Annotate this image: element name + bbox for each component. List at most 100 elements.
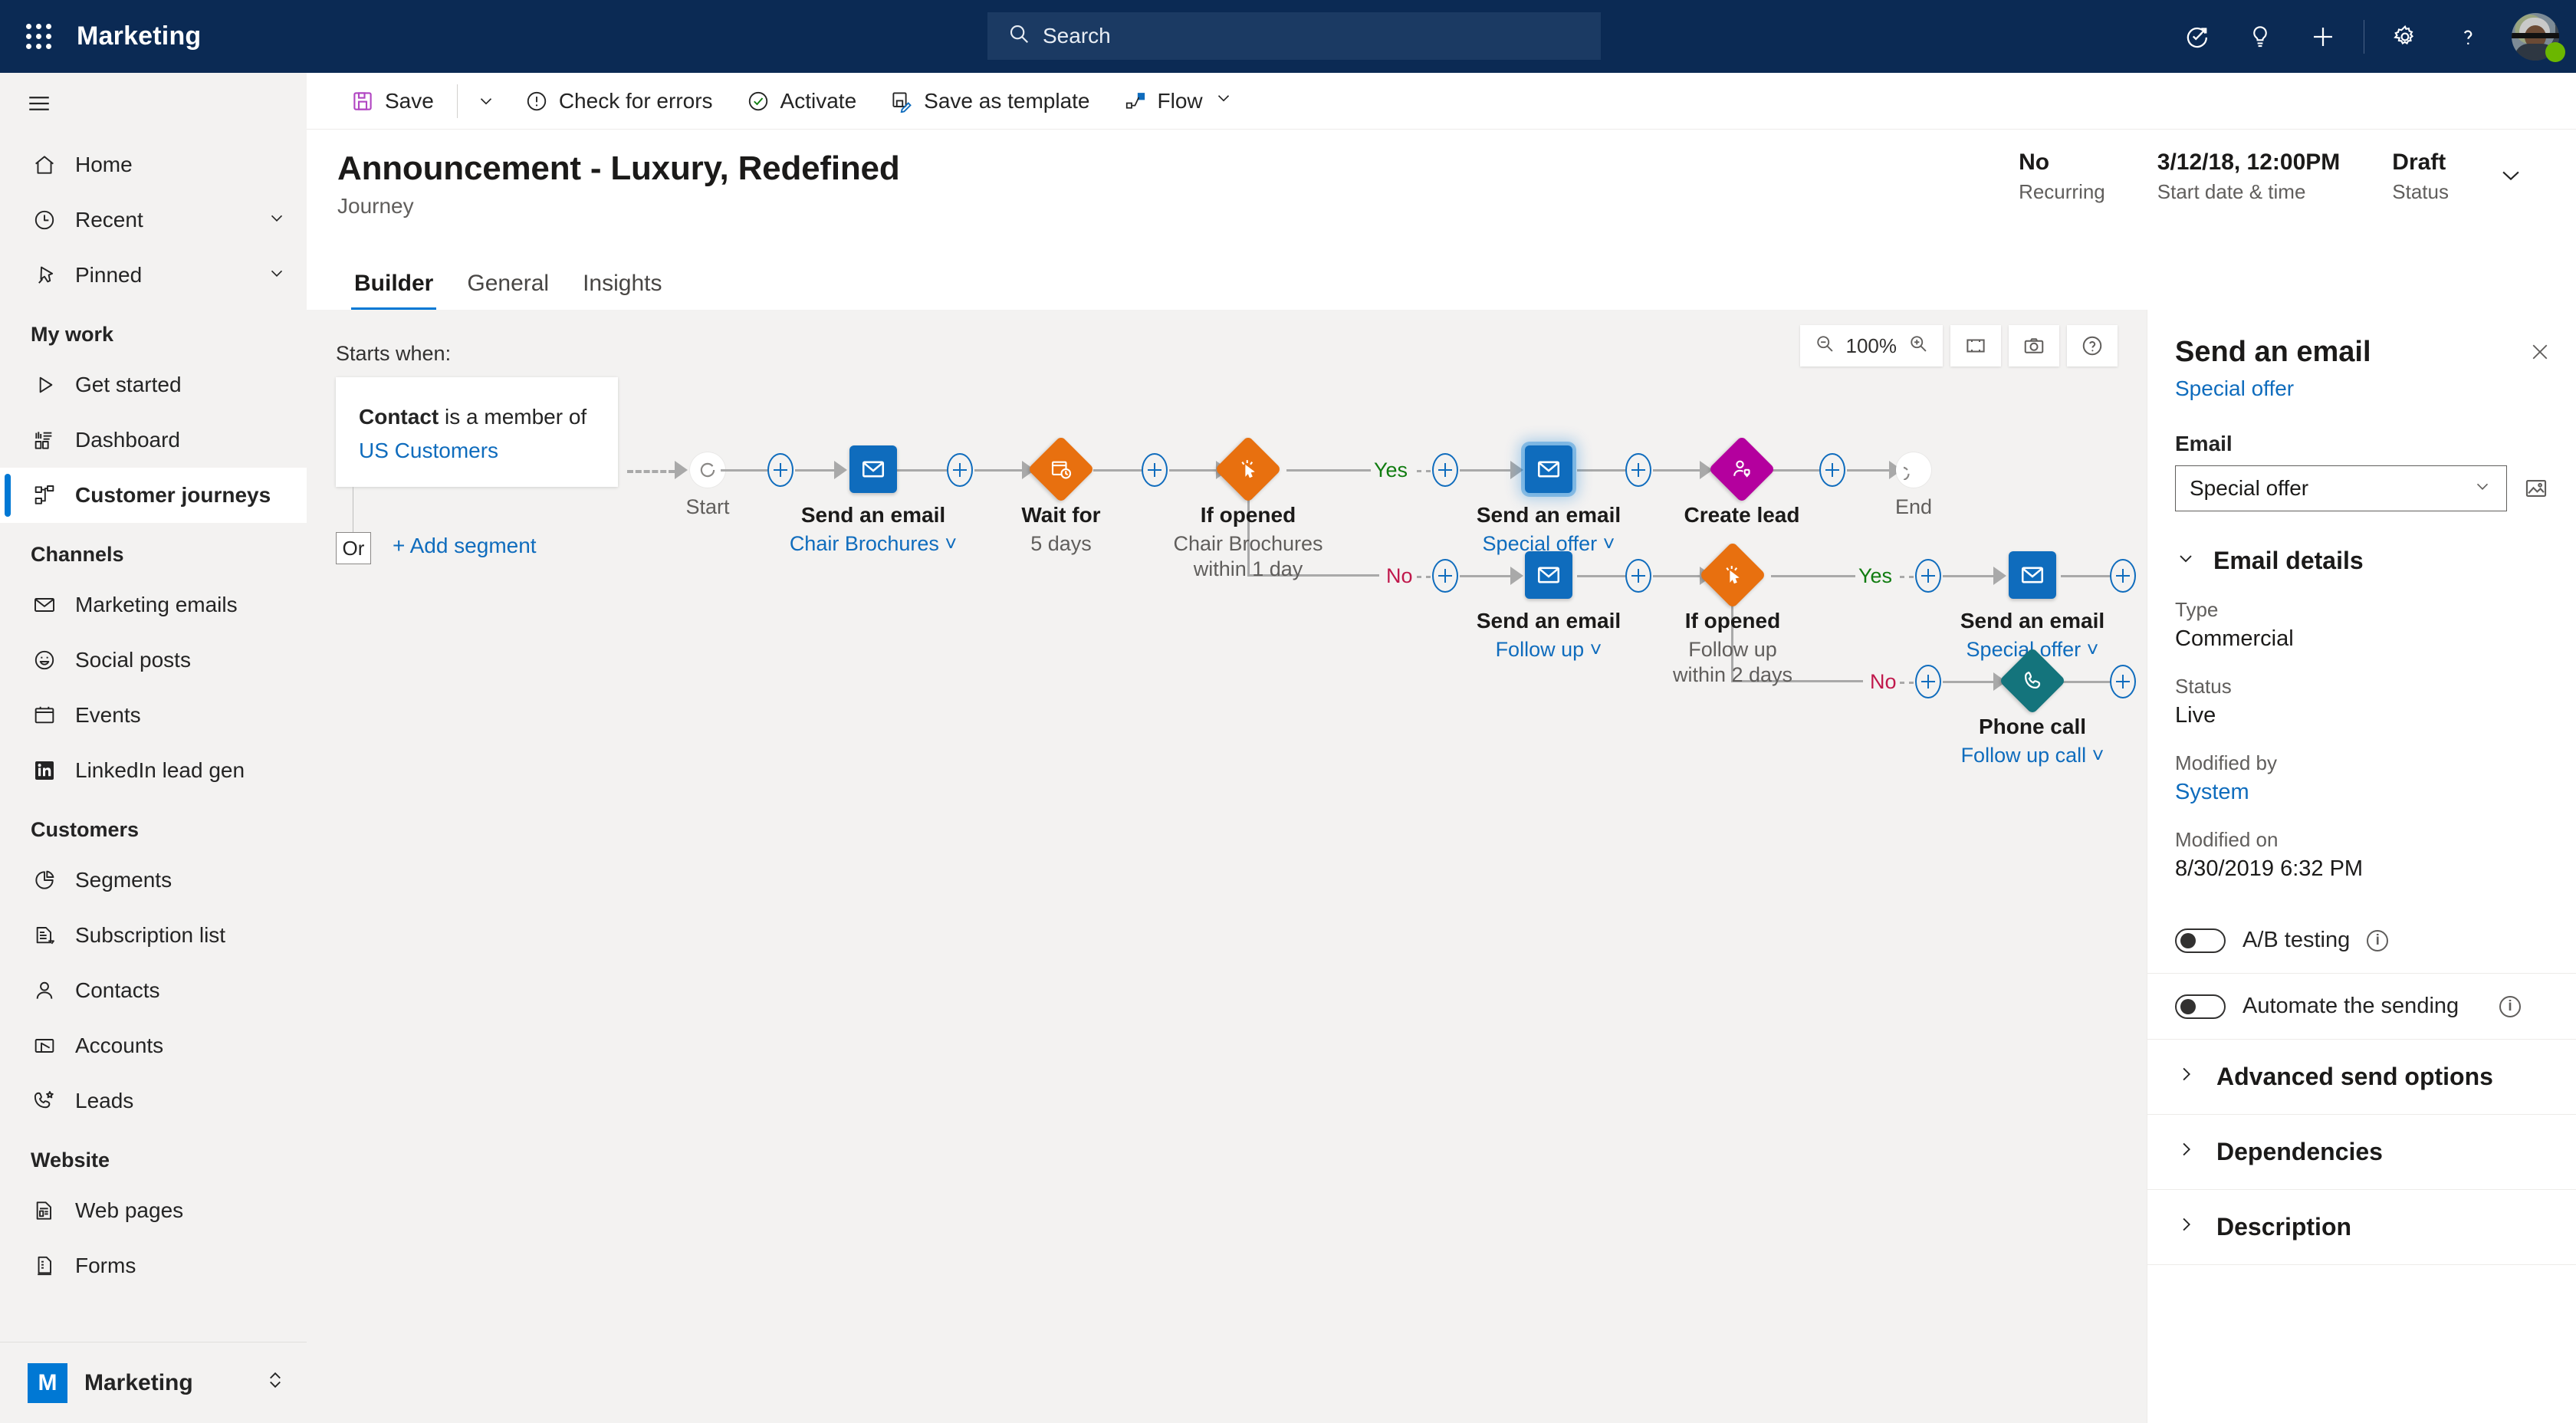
waffle-grid-icon[interactable]	[0, 24, 77, 49]
chevron-down-icon[interactable]	[267, 263, 287, 288]
journey-canvas[interactable]: 100% Starts when: Contact is a member of…	[307, 310, 2147, 1423]
sidebar-item-social-posts[interactable]: Social posts	[0, 633, 307, 688]
chevron-down-icon[interactable]	[2175, 547, 2196, 574]
activate-button[interactable]: Activate	[730, 73, 874, 130]
guided-help-icon[interactable]	[2166, 0, 2229, 73]
chevron-right-icon[interactable]	[2175, 1214, 2196, 1241]
chevron-down-icon[interactable]	[2472, 476, 2492, 501]
add-step-button[interactable]	[767, 453, 794, 487]
chevron-down-icon[interactable]	[267, 208, 287, 233]
hamburger-menu-icon[interactable]	[0, 73, 307, 134]
chevron-down-icon[interactable]: ˅	[1590, 638, 1602, 661]
add-step-button[interactable]	[2110, 559, 2136, 593]
journey-node-phone-call[interactable]	[1999, 647, 2066, 715]
sidebar-item-leads[interactable]: Leads	[0, 1073, 307, 1129]
add-step-button[interactable]	[1432, 453, 1458, 487]
sidebar-item-contacts[interactable]: Contacts	[0, 963, 307, 1018]
add-step-button[interactable]	[947, 453, 973, 487]
add-step-button[interactable]	[1915, 559, 1941, 593]
sidebar-item-events[interactable]: Events	[0, 688, 307, 743]
email-select[interactable]: Special offer	[2175, 465, 2507, 511]
journey-node-wait-for[interactable]	[1027, 435, 1095, 503]
add-step-button[interactable]	[1915, 665, 1941, 698]
add-segment-button[interactable]: + Add segment	[393, 534, 537, 558]
panel-subtitle-link[interactable]: Special offer	[2175, 376, 2548, 401]
help-circle-icon[interactable]	[2067, 325, 2118, 366]
tab-insights[interactable]: Insights	[566, 260, 678, 311]
sidebar-item-segments[interactable]: Segments	[0, 853, 307, 908]
journey-node-if-opened-follow-up[interactable]	[1699, 541, 1766, 609]
sidebar-item-dashboard[interactable]: Dashboard	[0, 412, 307, 468]
add-step-button[interactable]	[1625, 559, 1651, 593]
up-down-chevron-icon[interactable]	[264, 1367, 287, 1398]
chevron-right-icon[interactable]	[2175, 1063, 2196, 1090]
idea-lightbulb-icon[interactable]	[2229, 0, 2292, 73]
sidebar-item-web-pages[interactable]: Web pages	[0, 1183, 307, 1238]
info-icon[interactable]: i	[2367, 929, 2389, 951]
wait-node-shape[interactable]	[1027, 435, 1095, 503]
email-node-shape[interactable]	[2009, 551, 2056, 599]
or-operator-box[interactable]: Or	[336, 532, 371, 564]
node-subtitle-link[interactable]: Follow up call ˅	[1910, 744, 2147, 767]
sidebar-item-pinned[interactable]: Pinned	[0, 248, 307, 303]
accordion-advanced-send-options[interactable]: Advanced send options	[2147, 1040, 2576, 1115]
sidebar-item-forms[interactable]: Forms	[0, 1238, 307, 1293]
info-icon[interactable]: i	[2499, 995, 2521, 1017]
save-button[interactable]: Save	[334, 73, 451, 130]
sidebar-item-get-started[interactable]: Get started	[0, 357, 307, 412]
add-step-button[interactable]	[2110, 665, 2136, 698]
add-step-button[interactable]	[1819, 453, 1845, 487]
chevron-down-icon[interactable]: ˅	[1603, 532, 1615, 555]
sidebar-item-customer-journeys[interactable]: Customer journeys	[0, 468, 307, 523]
add-step-button[interactable]	[1625, 453, 1651, 487]
phone-node-shape[interactable]	[1999, 647, 2066, 715]
accordion-dependencies[interactable]: Dependencies	[2147, 1115, 2576, 1190]
journey-node-if-opened-chair-brochures[interactable]	[1214, 435, 1282, 503]
journey-node-create-lead[interactable]	[1708, 435, 1776, 503]
condition-node-shape[interactable]	[1699, 541, 1766, 609]
journey-node-send-email-special-offer[interactable]	[1525, 445, 1572, 493]
sidebar-item-subscription-list[interactable]: Subscription list	[0, 908, 307, 963]
help-question-icon[interactable]	[2436, 0, 2499, 73]
flow-chevron-down-icon[interactable]	[1214, 88, 1234, 113]
ab-testing-toggle[interactable]	[2175, 928, 2226, 953]
email-node-shape[interactable]	[849, 445, 897, 493]
sidebar-item-accounts[interactable]: Accounts	[0, 1018, 307, 1073]
journey-node-send-email-follow-up[interactable]	[1525, 551, 1572, 599]
detail-value[interactable]: System	[2175, 780, 2576, 805]
search-input[interactable]: Search	[987, 12, 1601, 60]
chevron-down-icon[interactable]: ˅	[2087, 638, 2099, 661]
sidebar-item-home[interactable]: Home	[0, 137, 307, 192]
add-step-button[interactable]	[1142, 453, 1168, 487]
journey-trigger-card[interactable]: Contact is a member of US Customers	[336, 377, 618, 487]
condition-node-shape[interactable]	[1214, 435, 1282, 503]
email-node-shape[interactable]	[1525, 551, 1572, 599]
zoom-in-icon[interactable]	[1907, 333, 1929, 360]
accordion-description[interactable]: Description	[2147, 1190, 2576, 1265]
fit-to-screen-icon[interactable]	[1950, 325, 2001, 366]
check-for-errors-button[interactable]: Check for errors	[508, 73, 730, 130]
chevron-down-icon[interactable]: ˅	[2092, 744, 2104, 767]
add-step-button[interactable]	[1432, 559, 1458, 593]
close-icon[interactable]	[2524, 336, 2556, 373]
expand-header-chevron-down-icon[interactable]	[2492, 156, 2530, 199]
trigger-segment-link[interactable]: US Customers	[359, 439, 595, 463]
image-preview-icon[interactable]	[2519, 472, 2553, 505]
save-as-template-button[interactable]: Save as template	[873, 73, 1106, 130]
flow-button[interactable]: Flow	[1107, 73, 1250, 130]
end-node[interactable]	[1896, 452, 1931, 488]
zoom-out-icon[interactable]	[1814, 333, 1835, 360]
email-node-shape-selected[interactable]	[1525, 445, 1572, 493]
save-options-chevron-down-icon[interactable]	[464, 73, 508, 130]
tab-builder[interactable]: Builder	[337, 260, 450, 311]
sidebar-item-marketing-emails[interactable]: Marketing emails	[0, 577, 307, 633]
email-details-section-header[interactable]: Email details	[2147, 547, 2576, 575]
quick-create-plus-icon[interactable]	[2292, 0, 2354, 73]
camera-icon[interactable]	[2009, 325, 2059, 366]
sidebar-item-recent[interactable]: Recent	[0, 192, 307, 248]
journey-node-send-email-chair-brochures[interactable]	[849, 445, 897, 493]
sidebar-item-linkedin-lead-gen[interactable]: LinkedIn lead gen	[0, 743, 307, 798]
settings-gear-icon[interactable]	[2374, 0, 2436, 73]
app-switcher[interactable]: M Marketing	[0, 1342, 307, 1423]
tab-general[interactable]: General	[450, 260, 566, 311]
